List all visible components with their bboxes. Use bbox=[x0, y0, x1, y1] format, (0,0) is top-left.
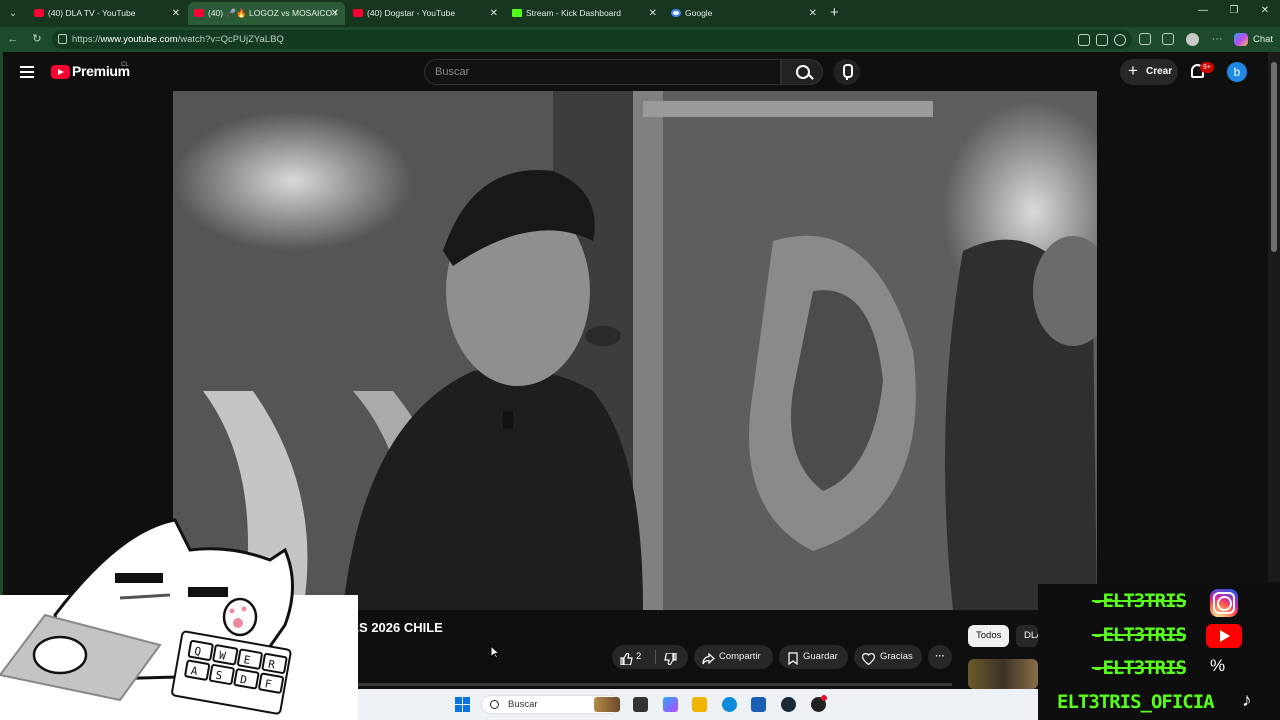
favorites-icon[interactable] bbox=[1162, 33, 1174, 45]
browser-profile-avatar[interactable] bbox=[1186, 33, 1199, 46]
chat-button-label[interactable]: Chat bbox=[1253, 27, 1273, 52]
mouse-cursor-icon bbox=[490, 645, 499, 659]
tab-title: Stream - Kick Dashboard bbox=[526, 8, 621, 18]
search-icon[interactable] bbox=[781, 59, 823, 85]
favorite-star-icon[interactable] bbox=[1114, 34, 1126, 46]
search-input[interactable]: Buscar bbox=[424, 59, 781, 85]
lock-icon bbox=[58, 34, 67, 44]
more-menu-icon[interactable]: ··· bbox=[1210, 32, 1224, 46]
kick-social-icon: % bbox=[1210, 656, 1226, 675]
tiktok-icon: ♪ bbox=[1242, 690, 1252, 711]
scrollbar-thumb[interactable] bbox=[1271, 62, 1277, 252]
tab-title: (40) Dogstar - YouTube bbox=[367, 8, 456, 18]
country-code: CL bbox=[121, 62, 129, 68]
tab-actions-chevron-icon[interactable]: ⌄ bbox=[4, 5, 22, 22]
edge-browser-icon[interactable] bbox=[722, 697, 737, 712]
more-actions-icon[interactable]: ··· bbox=[928, 645, 952, 669]
tab-title: (40) 🎤🔥 LOGOZ vs MOSAICO / bbox=[208, 8, 337, 18]
share-button[interactable]: Compartir bbox=[694, 645, 773, 669]
save-button[interactable]: Guardar bbox=[779, 645, 848, 669]
share-label: Compartir bbox=[719, 651, 761, 662]
notifications-badge: 9+ bbox=[1200, 62, 1214, 73]
thanks-button[interactable]: Gracias bbox=[854, 645, 922, 669]
file-explorer-icon[interactable] bbox=[692, 697, 707, 712]
youtube-social-icon bbox=[1206, 624, 1242, 648]
share-arrow-icon bbox=[702, 651, 715, 665]
chip-dla[interactable]: DLA bbox=[1016, 625, 1038, 647]
tiktok-handle: ELT3TRIS_OFICIA bbox=[1057, 691, 1215, 713]
kick-icon bbox=[512, 9, 522, 17]
close-tab-icon[interactable]: ✕ bbox=[490, 2, 498, 25]
microsoft-store-icon[interactable] bbox=[751, 697, 766, 712]
close-tab-icon[interactable]: ✕ bbox=[331, 2, 339, 25]
microphone-icon[interactable] bbox=[833, 59, 860, 85]
instagram-icon bbox=[1210, 589, 1238, 617]
tab-kick-dashboard[interactable]: Stream - Kick Dashboard ✕ bbox=[506, 2, 663, 25]
tab-google[interactable]: Google ✕ bbox=[665, 2, 823, 25]
browser-toolbar: ← ↻ https://www.youtube.com/watch?v=QcPU… bbox=[0, 27, 1280, 52]
menu-icon[interactable] bbox=[20, 66, 34, 78]
thanks-label: Gracias bbox=[880, 651, 913, 662]
thumbs-up-icon[interactable] bbox=[620, 651, 633, 666]
account-avatar[interactable]: b bbox=[1227, 62, 1247, 82]
like-dislike-group bbox=[612, 645, 688, 669]
youtube-handle: -ELT3TRIS bbox=[1092, 624, 1187, 646]
apps-icon[interactable] bbox=[1096, 34, 1108, 46]
bongo-cat-overlay: Q W E R A S D F bbox=[0, 518, 358, 720]
youtube-logo-icon[interactable] bbox=[51, 65, 70, 79]
tab-dogstar[interactable]: (40) Dogstar - YouTube ✕ bbox=[347, 2, 504, 25]
kick-handle: -ELT3TRIS bbox=[1092, 657, 1187, 679]
instagram-handle: -ELT3TRIS bbox=[1092, 590, 1187, 612]
google-icon bbox=[671, 9, 681, 17]
tab-logoz-vs-mosaico[interactable]: (40) 🎤🔥 LOGOZ vs MOSAICO / ✕ bbox=[188, 2, 345, 25]
cat-paw-left bbox=[32, 635, 88, 675]
task-view-icon[interactable] bbox=[633, 697, 648, 712]
close-window-icon[interactable]: ✕ bbox=[1258, 5, 1272, 16]
translate-icon[interactable] bbox=[1078, 34, 1090, 46]
steam-icon[interactable] bbox=[781, 697, 796, 712]
tab-title: (40) DLA TV - YouTube bbox=[48, 8, 136, 18]
windows-start-icon[interactable] bbox=[455, 697, 470, 712]
close-tab-icon[interactable]: ✕ bbox=[649, 2, 657, 25]
page-scrollbar[interactable] bbox=[1268, 52, 1280, 582]
copilot-icon[interactable] bbox=[1234, 33, 1248, 46]
minimize-icon[interactable]: — bbox=[1196, 5, 1210, 16]
thumbs-down-icon[interactable] bbox=[664, 651, 677, 666]
taskbar-search-placeholder: Buscar bbox=[508, 699, 538, 710]
youtube-icon bbox=[34, 9, 44, 17]
create-button[interactable]: + Crear bbox=[1120, 59, 1178, 85]
search-highlight-icon[interactable] bbox=[594, 697, 620, 712]
browser-tab-strip: ⌄ (40) DLA TV - YouTube ✕ (40) 🎤🔥 LOGOZ … bbox=[0, 0, 1280, 27]
youtube-icon bbox=[194, 9, 204, 17]
recording-indicator bbox=[821, 695, 827, 701]
extensions-icon[interactable] bbox=[1139, 33, 1151, 45]
reload-icon[interactable]: ↻ bbox=[30, 32, 44, 46]
plus-icon: + bbox=[1128, 61, 1138, 80]
tab-dla-tv[interactable]: (40) DLA TV - YouTube ✕ bbox=[28, 2, 186, 25]
like-count: 2 bbox=[636, 651, 642, 662]
like-separator bbox=[655, 650, 656, 664]
tab-title: Google bbox=[685, 8, 713, 18]
chip-all[interactable]: Todos bbox=[968, 625, 1010, 647]
close-tab-icon[interactable]: ✕ bbox=[172, 2, 180, 25]
thanks-heart-dollar-icon bbox=[861, 651, 876, 666]
restore-icon[interactable]: ❐ bbox=[1227, 5, 1241, 16]
create-label: Crear bbox=[1146, 66, 1173, 77]
url-text: https://www.youtube.com/watch?v=QcPUjZYa… bbox=[72, 34, 284, 45]
windows-taskbar: Buscar bbox=[358, 689, 1038, 720]
related-video-thumbnail[interactable] bbox=[968, 659, 1038, 689]
copilot-app-icon[interactable] bbox=[663, 697, 678, 712]
youtube-icon bbox=[353, 9, 363, 17]
bookmark-icon bbox=[787, 651, 799, 666]
new-tab-plus-icon[interactable]: + bbox=[830, 4, 839, 21]
search-placeholder: Buscar bbox=[435, 66, 470, 78]
description-divider bbox=[358, 683, 952, 686]
close-tab-icon[interactable]: ✕ bbox=[809, 2, 817, 25]
address-bar[interactable]: https://www.youtube.com/watch?v=QcPUjZYa… bbox=[52, 30, 1132, 49]
save-label: Guardar bbox=[803, 651, 838, 662]
back-arrow-icon[interactable]: ← bbox=[6, 32, 20, 46]
